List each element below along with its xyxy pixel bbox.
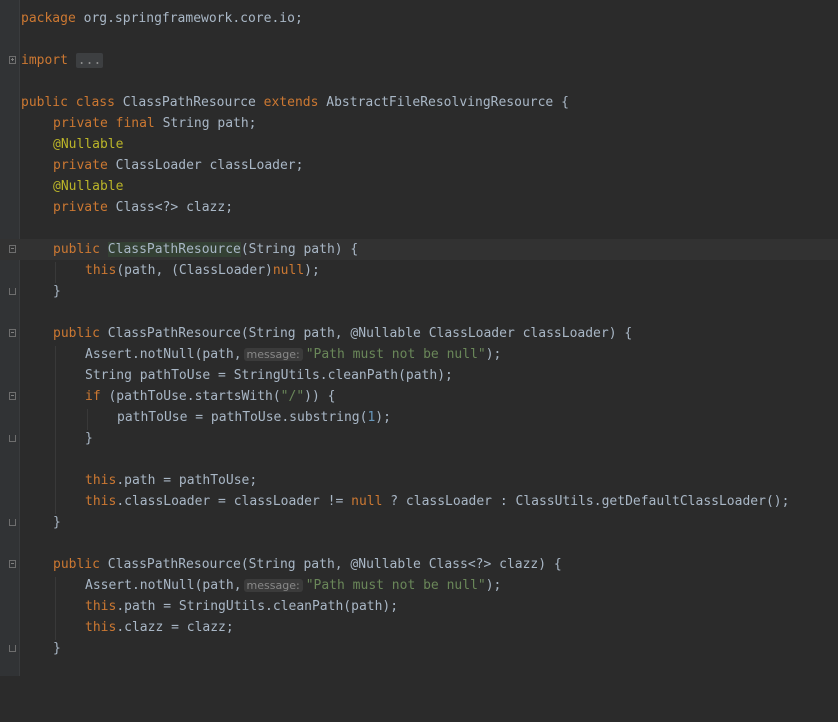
keyword: private	[53, 158, 108, 173]
folded-imports[interactable]: ...	[75, 53, 104, 68]
keyword: public	[53, 557, 100, 572]
fold-end-icon[interactable]	[9, 435, 16, 442]
keyword: public	[21, 95, 68, 110]
keyword: import	[21, 53, 68, 68]
fold-collapse-icon[interactable]	[9, 245, 16, 253]
fold-expand-icon[interactable]	[9, 56, 16, 64]
fold-collapse-icon[interactable]	[9, 560, 16, 568]
code-text: (pathToUse.startsWith(	[100, 389, 281, 404]
code-area[interactable]: package org.springframework.core.io; imp…	[0, 0, 838, 676]
code-text: );	[304, 263, 320, 278]
keyword: this	[85, 620, 117, 635]
code-line-23: this.path = pathToUse;	[0, 470, 838, 491]
string-literal: "Path must not be null"	[305, 347, 486, 362]
code-line-29: this.path = StringUtils.cleanPath(path);	[0, 596, 838, 617]
string-literal: "/"	[280, 389, 305, 404]
code-text: Class<?> clazz;	[107, 200, 234, 215]
code-line-20: pathToUse = pathToUse.substring(1);	[0, 407, 838, 428]
code-line-12-current: public ClassPathResource(String path) {	[0, 239, 838, 260]
code-text: AbstractFileResolvingResource {	[318, 95, 569, 110]
fold-collapse-icon[interactable]	[9, 329, 16, 337]
code-text: );	[375, 410, 391, 425]
code-text: (String path) {	[240, 242, 359, 257]
highlighted-identifier: ClassPathResource	[107, 242, 241, 257]
code-line-19: if (pathToUse.startsWith("/")) {	[0, 386, 838, 407]
code-text: .clazz = clazz;	[116, 620, 234, 635]
annotation: @Nullable	[53, 137, 124, 152]
fold-end-icon[interactable]	[9, 519, 16, 526]
code-text: );	[485, 347, 502, 362]
code-line-10: private Class<?> clazz;	[0, 197, 838, 218]
code-text: }	[85, 431, 93, 446]
code-text: Assert.notNull(path,	[85, 578, 242, 593]
keyword: if	[85, 389, 101, 404]
parameter-hint: message:	[243, 579, 303, 592]
code-text: .classLoader = classLoader !=	[116, 494, 352, 509]
code-line-31: }	[0, 638, 838, 659]
keyword: this	[85, 494, 117, 509]
code-line-24: this.classLoader = classLoader != null ?…	[0, 491, 838, 512]
code-line-30: this.clazz = clazz;	[0, 617, 838, 638]
code-line-18: String pathToUse = StringUtils.cleanPath…	[0, 365, 838, 386]
keyword: private	[53, 116, 108, 131]
code-text: )) {	[304, 389, 336, 404]
code-text: );	[485, 578, 502, 593]
parameter-hint: message:	[243, 348, 303, 361]
code-text: Assert.notNull(path,	[85, 347, 242, 362]
code-text: ? classLoader : ClassUtils.getDefaultCla…	[382, 494, 790, 509]
code-line-28: Assert.notNull(path, message: "Path must n…	[0, 575, 838, 596]
code-text: }	[53, 284, 61, 299]
code-line-9: @Nullable	[0, 176, 838, 197]
keyword: public	[53, 326, 100, 341]
fold-end-icon[interactable]	[9, 645, 16, 652]
code-line-5: public class ClassPathResource extends A…	[0, 92, 838, 113]
keyword: this	[85, 263, 117, 278]
fold-end-icon[interactable]	[9, 288, 16, 295]
code-line-21: }	[0, 428, 838, 449]
code-text: }	[53, 641, 61, 656]
code-line-27: public ClassPathResource(String path, @N…	[0, 554, 838, 575]
keyword: null	[351, 494, 383, 509]
code-line-16: public ClassPathResource(String path, @N…	[0, 323, 838, 344]
code-line-17: Assert.notNull(path, message: "Path must n…	[0, 344, 838, 365]
code-text: pathToUse = pathToUse.substring(	[117, 410, 368, 425]
fold-collapse-icon[interactable]	[9, 392, 16, 400]
keyword: final	[115, 116, 155, 131]
keyword: class	[75, 95, 115, 110]
code-text: .path = pathToUse;	[116, 473, 258, 488]
code-line-3: import ...	[0, 50, 838, 71]
code-text: String path;	[154, 116, 257, 131]
class-name: ClassPathResource	[114, 95, 264, 110]
code-line-7: @Nullable	[0, 134, 838, 155]
keyword: this	[85, 599, 117, 614]
code-text: (path, (ClassLoader)	[116, 263, 273, 278]
code-line-1: package org.springframework.core.io;	[0, 8, 838, 29]
code-text: }	[53, 515, 61, 530]
keyword: private	[53, 200, 108, 215]
code-text: ClassPathResource(String path, @Nullable…	[99, 557, 562, 572]
code-editor[interactable]: package org.springframework.core.io; imp…	[0, 0, 838, 676]
keyword: public	[53, 242, 100, 257]
code-line-14: }	[0, 281, 838, 302]
code-line-8: private ClassLoader classLoader;	[0, 155, 838, 176]
string-literal: "Path must not be null"	[305, 578, 486, 593]
code-line-25: }	[0, 512, 838, 533]
code-text: ClassPathResource(String path, @Nullable…	[99, 326, 633, 341]
code-line-6: private final String path;	[0, 113, 838, 134]
code-text: String pathToUse = StringUtils.cleanPath…	[85, 368, 453, 383]
code-text: ClassLoader classLoader;	[107, 158, 304, 173]
keyword: this	[85, 473, 117, 488]
keyword: null	[272, 263, 305, 278]
annotation: @Nullable	[53, 179, 124, 194]
keyword: extends	[263, 95, 319, 110]
package-name: org.springframework.core.io;	[75, 11, 303, 26]
code-text: .path = StringUtils.cleanPath(path);	[116, 599, 399, 614]
code-line-13: this(path, (ClassLoader)null);	[0, 260, 838, 281]
keyword: package	[21, 11, 76, 26]
